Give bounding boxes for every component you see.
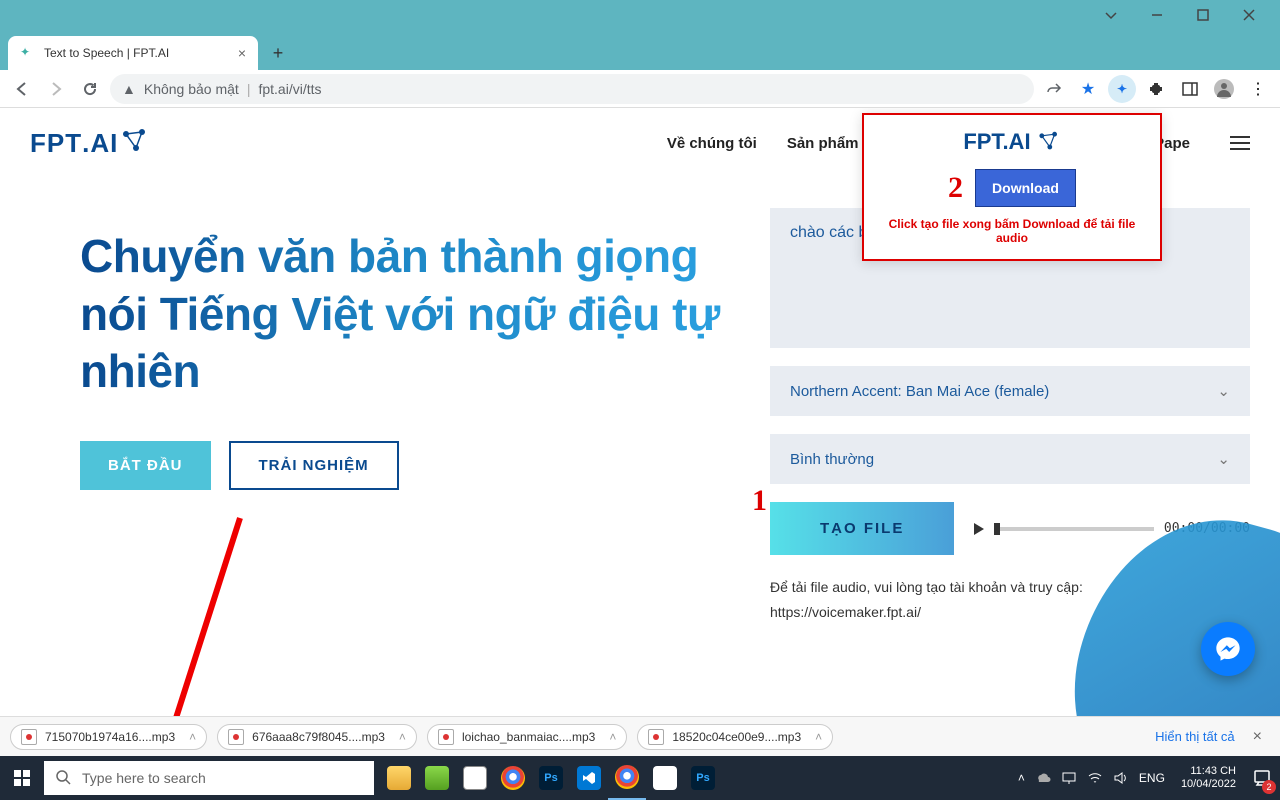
file-icon: [438, 729, 454, 745]
page-content: FPT.AI Về chúng tôi Sản phẩm & Dịch vụ T…: [0, 108, 1280, 716]
file-icon: [228, 729, 244, 745]
browser-tab[interactable]: ✦ Text to Speech | FPT.AI ×: [8, 36, 258, 70]
onedrive-icon[interactable]: [1035, 770, 1051, 786]
start-button[interactable]: BẮT ĐẦU: [80, 441, 211, 490]
taskbar-app[interactable]: [456, 756, 494, 800]
extensions-puzzle-icon[interactable]: [1142, 75, 1170, 103]
speed-select[interactable]: Bình thường ⌄: [770, 434, 1250, 484]
ext-hint-text: Click tạo file xong bấm Download để tải …: [878, 217, 1146, 245]
chevron-down-icon: ⌄: [1217, 382, 1230, 400]
close-shelf-button[interactable]: ×: [1245, 728, 1270, 746]
profile-avatar-icon[interactable]: [1210, 75, 1238, 103]
search-placeholder: Type here to search: [82, 770, 206, 786]
voice-select[interactable]: Northern Accent: Ban Mai Ace (female) ⌄: [770, 366, 1250, 416]
minimize-button[interactable]: [1134, 0, 1180, 30]
taskbar-app-explorer[interactable]: [380, 756, 418, 800]
nav-about[interactable]: Về chúng tôi: [667, 135, 757, 152]
chevron-up-icon[interactable]: ˄: [189, 730, 196, 744]
hero-section: Chuyển văn bản thành giọng nói Tiếng Việ…: [80, 188, 730, 625]
reload-button[interactable]: [76, 75, 104, 103]
network-icon[interactable]: [1061, 770, 1077, 786]
start-button[interactable]: [0, 756, 44, 800]
try-button[interactable]: TRẢI NGHIỆM: [229, 441, 399, 490]
browser-toolbar: ▲ Không bảo mật | fpt.ai/vi/tts ★ ✦ ⋮: [0, 70, 1280, 108]
messenger-chat-button[interactable]: [1201, 622, 1255, 676]
taskbar-app-vscode[interactable]: [570, 756, 608, 800]
dropdown-icon[interactable]: [1088, 0, 1134, 30]
bookmark-star-icon[interactable]: ★: [1074, 75, 1102, 103]
site-favicon-icon: ✦: [20, 45, 36, 61]
download-item[interactable]: 676aaa8c79f8045....mp3˄: [217, 724, 417, 750]
taskbar-search[interactable]: Type here to search: [44, 761, 374, 795]
download-item[interactable]: 715070b1974a16....mp3˄: [10, 724, 207, 750]
address-bar[interactable]: ▲ Không bảo mật | fpt.ai/vi/tts: [110, 74, 1034, 104]
file-icon: [21, 729, 37, 745]
share-icon[interactable]: [1040, 75, 1068, 103]
create-file-button[interactable]: 1 TẠO FILE: [770, 502, 954, 555]
chevron-up-icon[interactable]: ˄: [399, 730, 406, 744]
taskbar-app[interactable]: [418, 756, 456, 800]
notification-center-icon[interactable]: [1244, 756, 1280, 800]
new-tab-button[interactable]: +: [264, 39, 292, 67]
tray-overflow-icon[interactable]: ˄: [1018, 771, 1025, 785]
insecure-icon: ▲: [122, 81, 136, 97]
maximize-button[interactable]: [1180, 0, 1226, 30]
extension-popup: FPT.AI 2 Download Click tạo file xong bấ…: [862, 113, 1162, 261]
kebab-menu-icon[interactable]: ⋮: [1244, 75, 1272, 103]
ext-logo: FPT.AI: [878, 129, 1146, 155]
system-tray[interactable]: ˄ ENG: [1010, 770, 1173, 786]
taskbar-app-photoshop[interactable]: Ps: [532, 756, 570, 800]
show-all-downloads-link[interactable]: Hiển thị tất cả: [1155, 729, 1235, 744]
taskbar-app-chrome-active[interactable]: [608, 756, 646, 800]
tab-title: Text to Speech | FPT.AI: [44, 46, 169, 60]
annotation-1: 1: [752, 484, 769, 518]
download-button[interactable]: Download: [975, 169, 1076, 207]
wifi-icon[interactable]: [1087, 770, 1103, 786]
site-logo[interactable]: FPT.AI: [30, 128, 150, 159]
windows-taskbar: Type here to search Ps Ps ˄ ENG 11:43 CH…: [0, 756, 1280, 800]
play-icon[interactable]: [974, 523, 984, 535]
back-button[interactable]: [8, 75, 36, 103]
chevron-up-icon[interactable]: ˄: [815, 730, 822, 744]
speed-selected: Bình thường: [790, 451, 874, 468]
taskbar-app[interactable]: [646, 756, 684, 800]
progress-track[interactable]: [994, 527, 1154, 531]
browser-tabstrip: ✦ Text to Speech | FPT.AI × +: [0, 30, 1280, 70]
chevron-up-icon[interactable]: ˄: [609, 730, 616, 744]
download-item[interactable]: 18520c04ce00e9....mp3˄: [637, 724, 833, 750]
taskbar-clock[interactable]: 11:43 CH 10/04/2022: [1173, 765, 1244, 791]
taskbar-app-chrome[interactable]: [494, 756, 532, 800]
extension-icon[interactable]: ✦: [1108, 75, 1136, 103]
volume-icon[interactable]: [1113, 770, 1129, 786]
chevron-down-icon: ⌄: [1217, 450, 1230, 468]
annotation-2: 2: [948, 171, 963, 205]
window-titlebar: [0, 0, 1280, 30]
close-tab-button[interactable]: ×: [238, 45, 246, 61]
file-icon: [648, 729, 664, 745]
taskbar-app-photoshop[interactable]: Ps: [684, 756, 722, 800]
forward-button[interactable]: [42, 75, 70, 103]
download-item[interactable]: loichao_banmaiac....mp3˄: [427, 724, 627, 750]
hamburger-menu-icon[interactable]: [1230, 136, 1250, 150]
voice-selected: Northern Accent: Ban Mai Ace (female): [790, 383, 1049, 400]
close-window-button[interactable]: [1226, 0, 1272, 30]
hero-headline: Chuyển văn bản thành giọng nói Tiếng Việ…: [80, 228, 730, 401]
download-shelf: 715070b1974a16....mp3˄ 676aaa8c79f8045..…: [0, 716, 1280, 756]
security-label: Không bảo mật: [144, 81, 239, 97]
url-text: fpt.ai/vi/tts: [258, 81, 321, 97]
language-indicator[interactable]: ENG: [1139, 771, 1165, 785]
side-panel-icon[interactable]: [1176, 75, 1204, 103]
